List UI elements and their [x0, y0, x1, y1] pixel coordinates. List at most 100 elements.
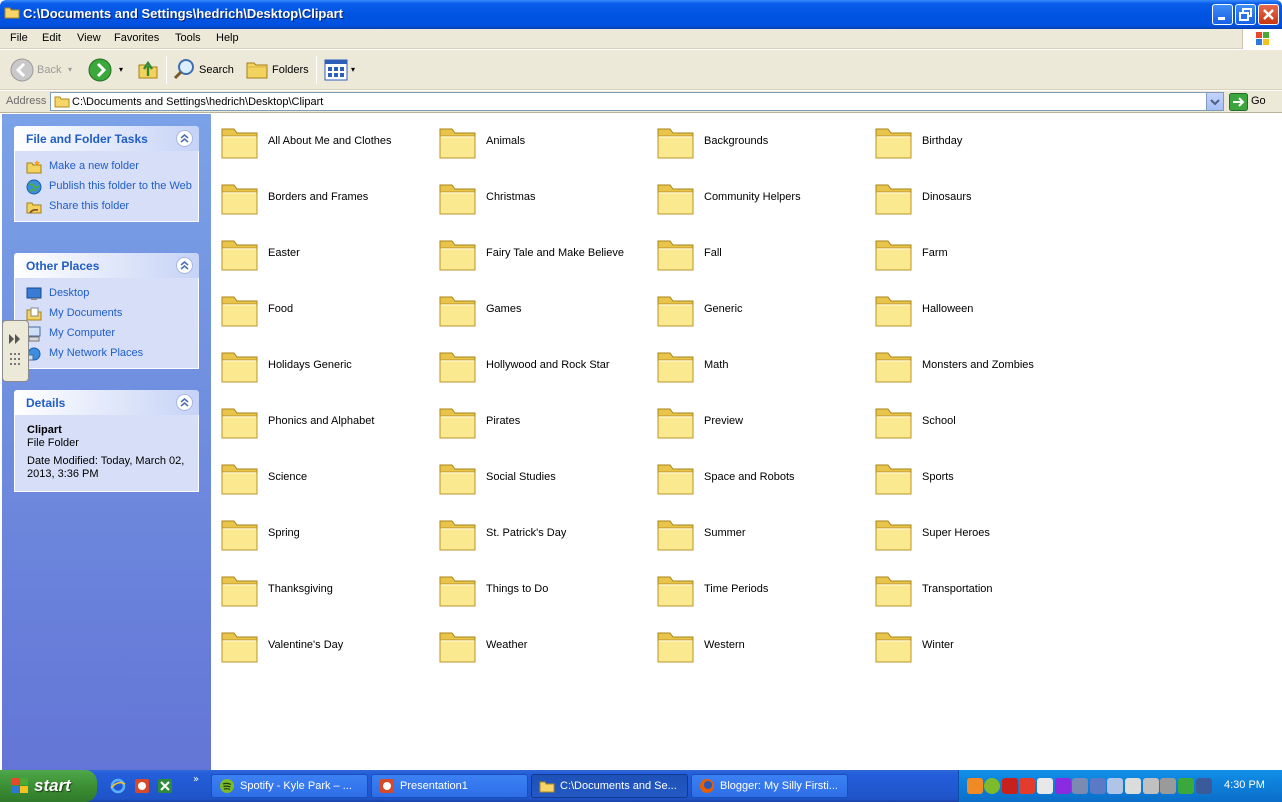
task-share-folder[interactable]: Share this folder	[15, 197, 198, 217]
menu-favorites[interactable]: Favorites	[114, 32, 159, 44]
folder-item[interactable]: Easter	[211, 226, 421, 272]
internet-explorer-icon[interactable]	[110, 778, 126, 794]
place-my-computer[interactable]: My Computer	[15, 324, 198, 344]
folder-item[interactable]: Transportation	[865, 562, 1075, 608]
tray-app-icon[interactable]	[1143, 778, 1159, 794]
folder-item[interactable]: Backgrounds	[647, 114, 857, 160]
folder-item[interactable]: Super Heroes	[865, 506, 1075, 552]
folder-item[interactable]: Winter	[865, 618, 1075, 664]
folder-item[interactable]: Community Helpers	[647, 170, 857, 216]
menu-tools[interactable]: Tools	[175, 32, 201, 44]
collapse-icon[interactable]	[176, 257, 193, 274]
side-grip-handle[interactable]	[2, 320, 29, 382]
folder-item[interactable]: Social Studies	[429, 450, 639, 496]
place-my-network[interactable]: My Network Places	[15, 344, 198, 364]
forward-icon[interactable]	[87, 57, 113, 83]
tray-app-icon[interactable]	[1037, 778, 1053, 794]
title-bar[interactable]: C:\Documents and Settings\hedrich\Deskto…	[0, 0, 1282, 29]
folder-item[interactable]: Sports	[865, 450, 1075, 496]
folder-item[interactable]: Math	[647, 338, 857, 384]
folder-item[interactable]: Valentine's Day	[211, 618, 421, 664]
folder-item[interactable]: Fall	[647, 226, 857, 272]
folder-item[interactable]: Dinosaurs	[865, 170, 1075, 216]
network-tray-icon[interactable]	[1090, 778, 1106, 794]
folder-item[interactable]: Summer	[647, 506, 857, 552]
menu-help[interactable]: Help	[216, 32, 239, 44]
folder-item[interactable]: Science	[211, 450, 421, 496]
folder-item[interactable]: Games	[429, 282, 639, 328]
folder-item[interactable]: Food	[211, 282, 421, 328]
views-icon[interactable]	[324, 59, 348, 81]
up-folder-icon[interactable]	[136, 57, 160, 81]
task-firefox[interactable]: Blogger: My Silly Firsti...	[691, 774, 848, 798]
forward-dropdown-icon[interactable]: ▾	[119, 65, 123, 74]
folder-item[interactable]: Fairy Tale and Make Believe	[429, 226, 639, 272]
tray-app-icon[interactable]	[1178, 778, 1194, 794]
views-dropdown-icon[interactable]: ▾	[351, 65, 355, 74]
folders-button[interactable]: Folders	[272, 64, 309, 76]
task-publish-web[interactable]: Publish this folder to the Web	[15, 177, 198, 197]
network-tray-icon[interactable]	[1072, 778, 1088, 794]
folder-item[interactable]: St. Patrick's Day	[429, 506, 639, 552]
folder-item[interactable]: Thanksgiving	[211, 562, 421, 608]
back-button[interactable]: Back	[37, 64, 61, 76]
folder-item[interactable]: School	[865, 394, 1075, 440]
menu-file[interactable]: File	[10, 32, 28, 44]
tray-app-icon[interactable]	[1055, 778, 1071, 794]
tray-app-icon[interactable]	[1125, 778, 1141, 794]
quicklaunch-expand-icon[interactable]: »	[193, 774, 199, 785]
folder-item[interactable]: Hollywood and Rock Star	[429, 338, 639, 384]
folder-item[interactable]: All About Me and Clothes	[211, 114, 421, 160]
place-my-documents[interactable]: My Documents	[15, 304, 198, 324]
tray-app-icon[interactable]	[967, 778, 983, 794]
folder-item[interactable]: Birthday	[865, 114, 1075, 160]
tray-app-icon[interactable]	[1196, 778, 1212, 794]
folder-item[interactable]: Animals	[429, 114, 639, 160]
folder-item[interactable]: Weather	[429, 618, 639, 664]
search-icon[interactable]	[172, 57, 196, 81]
powerpoint-icon[interactable]	[134, 778, 150, 794]
folder-item[interactable]: Pirates	[429, 394, 639, 440]
close-button[interactable]	[1258, 4, 1279, 25]
folder-view[interactable]: All About Me and Clothes Animals Backgroun…	[211, 114, 1280, 770]
collapse-icon[interactable]	[176, 394, 193, 411]
folder-item[interactable]: Borders and Frames	[211, 170, 421, 216]
folder-item[interactable]: Spring	[211, 506, 421, 552]
address-dropdown-icon[interactable]	[1206, 93, 1223, 110]
tray-app-icon[interactable]	[1160, 778, 1176, 794]
excel-icon[interactable]	[157, 778, 173, 794]
back-dropdown-icon[interactable]: ▾	[68, 65, 72, 74]
folder-item[interactable]: Holidays Generic	[211, 338, 421, 384]
volume-tray-icon[interactable]	[1107, 778, 1123, 794]
folders-icon[interactable]	[245, 58, 269, 80]
folder-item[interactable]: Things to Do	[429, 562, 639, 608]
folder-item[interactable]: Halloween	[865, 282, 1075, 328]
folder-item[interactable]: Christmas	[429, 170, 639, 216]
search-button[interactable]: Search	[199, 64, 234, 76]
restore-button[interactable]	[1235, 4, 1256, 25]
collapse-icon[interactable]	[176, 130, 193, 147]
panel-header[interactable]: Other Places	[14, 253, 199, 278]
folder-item[interactable]: Farm	[865, 226, 1075, 272]
folder-item[interactable]: Time Periods	[647, 562, 857, 608]
folder-item[interactable]: Preview	[647, 394, 857, 440]
task-make-new-folder[interactable]: Make a new folder	[15, 157, 198, 177]
folder-item[interactable]: Phonics and Alphabet	[211, 394, 421, 440]
menu-view[interactable]: View	[77, 32, 101, 44]
folder-item[interactable]: Monsters and Zombies	[865, 338, 1075, 384]
tray-app-icon[interactable]	[1019, 778, 1035, 794]
minimize-button[interactable]	[1212, 4, 1233, 25]
address-input[interactable]: C:\Documents and Settings\hedrich\Deskto…	[50, 92, 1224, 111]
panel-header[interactable]: Details	[14, 390, 199, 415]
folder-item[interactable]: Western	[647, 618, 857, 664]
folder-item[interactable]: Generic	[647, 282, 857, 328]
start-button[interactable]: start	[0, 770, 97, 802]
go-button[interactable]: Go	[1229, 93, 1275, 111]
acrobat-tray-icon[interactable]	[1002, 778, 1018, 794]
spotify-tray-icon[interactable]	[984, 778, 1000, 794]
folder-item[interactable]: Space and Robots	[647, 450, 857, 496]
menu-edit[interactable]: Edit	[42, 32, 61, 44]
place-desktop[interactable]: Desktop	[15, 284, 198, 304]
task-explorer[interactable]: C:\Documents and Se...	[531, 774, 688, 798]
task-spotify[interactable]: Spotify - Kyle Park – ...	[211, 774, 368, 798]
